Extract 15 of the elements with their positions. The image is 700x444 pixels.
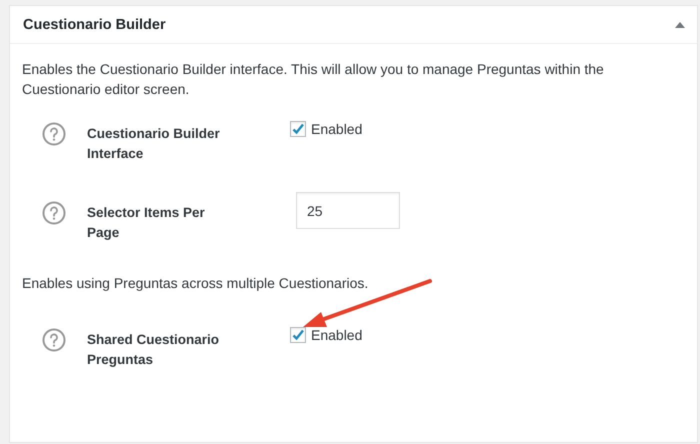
collapse-toggle-icon[interactable]	[675, 22, 685, 28]
checkbox-label[interactable]: Enabled	[311, 121, 362, 137]
checkbox[interactable]	[290, 121, 306, 137]
setting-label: Cuestionario Builder Interface	[87, 125, 221, 163]
panel-title: Cuestionario Builder	[23, 16, 166, 32]
checkbox-label[interactable]: Enabled	[311, 327, 362, 343]
checkbox[interactable]	[290, 327, 306, 343]
number-field[interactable]: 25	[296, 192, 400, 229]
help-icon[interactable]	[42, 328, 66, 352]
section-description: Enables using Preguntas across multiple Cuestionarios.	[22, 274, 370, 293]
setting-label: Selector Items Per Page	[87, 204, 206, 242]
setting-label: Shared Cuestionario Preguntas	[87, 331, 220, 369]
help-icon[interactable]	[42, 201, 66, 225]
section-description: Enables the Cuestionario Builder interface. This will allow you to manage Preguntas within the Cuestionario editor screen.	[22, 60, 605, 99]
help-icon[interactable]	[42, 122, 66, 146]
